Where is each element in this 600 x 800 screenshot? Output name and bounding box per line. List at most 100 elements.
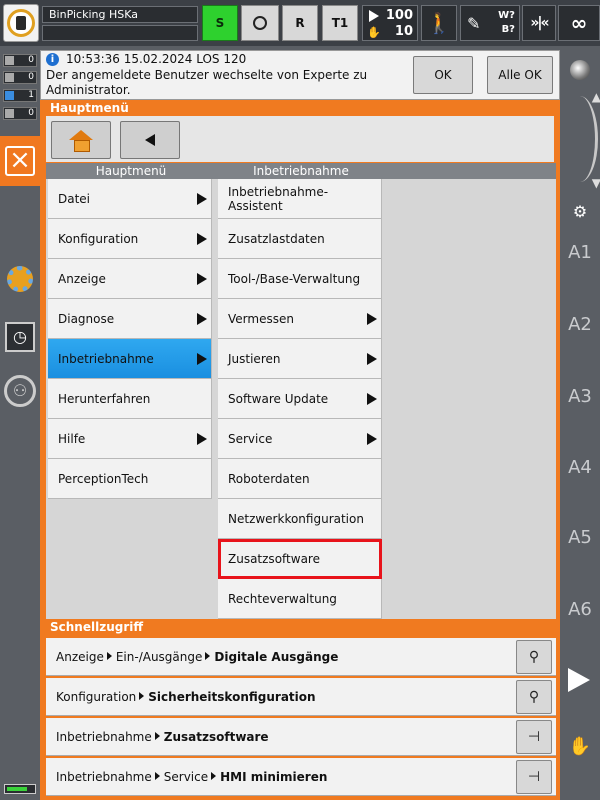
robot-interpreter-button[interactable]: R	[282, 5, 318, 41]
back-arrow-icon	[145, 134, 155, 146]
back-button[interactable]	[120, 121, 180, 159]
axis-a4-key[interactable]: A4	[560, 453, 600, 483]
quick-access-path: Inbetriebnahme Service HMI minimieren	[56, 770, 328, 784]
start-play-icon[interactable]	[568, 668, 590, 692]
circle-icon	[253, 16, 267, 30]
settings-gear-icon[interactable]	[3, 262, 37, 296]
quick-access-item[interactable]: Konfiguration Sicherheitskonfiguration ⚲	[46, 678, 556, 716]
menu-item-label: Diagnose	[58, 311, 115, 326]
menu-item-inbetriebnahme-assistent[interactable]: Inbetriebnahme-Assistent	[218, 179, 382, 219]
empty-menu-column	[386, 179, 556, 619]
tool-base-display[interactable]: ✎ W? B?	[460, 5, 520, 41]
menu-item-software-update[interactable]: Software Update	[218, 379, 382, 419]
menu-item-inbetriebnahme[interactable]: Inbetriebnahme	[48, 339, 212, 379]
main-menu-title: Hauptmenü	[50, 101, 129, 115]
menu-item-netzwerkkonfiguration[interactable]: Netzwerkkonfiguration	[218, 499, 382, 539]
jog-hand-icon: ✋	[367, 26, 381, 39]
robot-axes-icon[interactable]: ⚙	[566, 202, 594, 224]
menu-item-label: Software Update	[228, 391, 329, 406]
project-status-bar	[42, 25, 198, 41]
axis-a5-key[interactable]: A5	[560, 523, 600, 553]
home-icon	[69, 130, 93, 152]
submenu-arrow-icon	[367, 353, 377, 365]
axis-a6-key[interactable]: A6	[560, 595, 600, 625]
submenu-arrow-icon	[197, 233, 207, 245]
pin-icon[interactable]: ⊣	[516, 720, 552, 754]
pin-icon[interactable]: ⊣	[516, 760, 552, 794]
program-override-value: 100	[385, 8, 413, 23]
infinity-icon[interactable]: ∞	[558, 5, 600, 41]
menu-item-herunterfahren[interactable]: Herunterfahren	[48, 379, 212, 419]
quick-access-item[interactable]: Inbetriebnahme Zusatzsoftware ⊣	[46, 718, 556, 756]
axis-a3-key[interactable]: A3	[560, 382, 600, 412]
wait-counter[interactable]: 0	[3, 107, 37, 120]
menu-item-diagnose[interactable]: Diagnose	[48, 299, 212, 339]
menu-item-rechteverwaltung[interactable]: Rechteverwaltung	[218, 579, 382, 619]
menu-item-tool-base-verwaltung[interactable]: Tool-/Base-Verwaltung	[218, 259, 382, 299]
error-counter[interactable]: 0	[3, 54, 37, 67]
menu-item-label: Service	[228, 431, 273, 446]
warning-counter[interactable]: 0	[3, 71, 37, 84]
jog-hand-icon[interactable]: ✋	[566, 736, 594, 760]
axis-a1-key[interactable]: A1	[560, 238, 600, 268]
column-header-main: Hauptmenü	[95, 164, 167, 178]
menu-item-konfiguration[interactable]: Konfiguration	[48, 219, 212, 259]
override-display[interactable]: ✋ 100 10	[362, 5, 418, 41]
menu-item-hilfe[interactable]: Hilfe	[48, 419, 212, 459]
operating-mode-button[interactable]: T1	[322, 5, 358, 41]
tool-base-value: W? B?	[498, 10, 515, 35]
menu-item-datei[interactable]: Datei	[48, 179, 212, 219]
column-header-sub: Inbetriebnahme	[253, 164, 349, 178]
globe-icon[interactable]	[570, 60, 590, 80]
menu-item-label: Netzwerkkonfiguration	[228, 511, 364, 526]
menu-item-roboterdaten[interactable]: Roboterdaten	[218, 459, 382, 499]
message-text: Der angemeldete Benutzer wechselte von E…	[46, 68, 368, 97]
users-icon[interactable]: ⚇	[3, 374, 37, 408]
menu-item-justieren[interactable]: Justieren	[218, 339, 382, 379]
menu-item-service[interactable]: Service	[218, 419, 382, 459]
close-menu-button[interactable]: ×	[0, 136, 40, 186]
incremental-jog-icon[interactable]: »|«	[522, 5, 556, 41]
quick-access-item[interactable]: Anzeige Ein-/Ausgänge Digitale Ausgänge ⚲	[46, 638, 556, 676]
submit-interpreter-button[interactable]: S	[202, 5, 238, 41]
menu-item-zusatzsoftware[interactable]: Zusatzsoftware	[218, 539, 382, 579]
menu-item-label: Hilfe	[58, 431, 86, 446]
info-icon: i	[46, 53, 59, 66]
info-icon	[5, 91, 14, 100]
robot-logo-icon[interactable]	[3, 4, 39, 42]
play-icon	[369, 10, 379, 22]
walk-icon[interactable]: 🚶	[421, 5, 457, 41]
error-icon	[5, 56, 14, 65]
quick-access-title: Schnellzugriff	[50, 620, 144, 634]
drives-button[interactable]	[241, 5, 279, 41]
clock-icon[interactable]: ◷	[3, 320, 37, 354]
ok-button[interactable]: OK	[413, 56, 473, 94]
close-icon: ×	[5, 146, 35, 176]
wait-icon	[5, 109, 14, 118]
menu-item-label: Inbetriebnahme	[58, 351, 154, 366]
quick-access-path: Anzeige Ein-/Ausgänge Digitale Ausgänge	[56, 650, 339, 664]
menu-item-label: Roboterdaten	[228, 471, 310, 486]
menu-item-vermessen[interactable]: Vermessen	[218, 299, 382, 339]
axis-a2-key[interactable]: A2	[560, 310, 600, 340]
battery-icon	[4, 784, 36, 794]
menu-item-anzeige[interactable]: Anzeige	[48, 259, 212, 299]
quick-access-item[interactable]: Inbetriebnahme Service HMI minimieren ⊣	[46, 758, 556, 796]
unpin-icon[interactable]: ⚲	[516, 640, 552, 674]
menu-item-label: Justieren	[228, 351, 281, 366]
submenu-arrow-icon	[197, 313, 207, 325]
submenu-arrow-icon	[197, 353, 207, 365]
menu-item-label: Inbetriebnahme-Assistent	[228, 184, 329, 213]
coordinate-arc-icon[interactable]: ▲ ▼	[562, 90, 600, 190]
unpin-icon[interactable]: ⚲	[516, 680, 552, 714]
menu-item-zusatzlastdaten[interactable]: Zusatzlastdaten	[218, 219, 382, 259]
menu-item-label: Vermessen	[228, 311, 294, 326]
menu-item-perceptiontech[interactable]: PerceptionTech	[48, 459, 212, 499]
jog-override-value: 10	[394, 24, 413, 39]
warning-icon	[5, 73, 14, 82]
project-name[interactable]: BinPicking HSKa	[42, 6, 198, 23]
menu-item-label: Zusatzlastdaten	[228, 231, 325, 246]
info-counter[interactable]: 1	[3, 89, 37, 102]
all-ok-button[interactable]: Alle OK	[487, 56, 553, 94]
home-button[interactable]	[51, 121, 111, 159]
